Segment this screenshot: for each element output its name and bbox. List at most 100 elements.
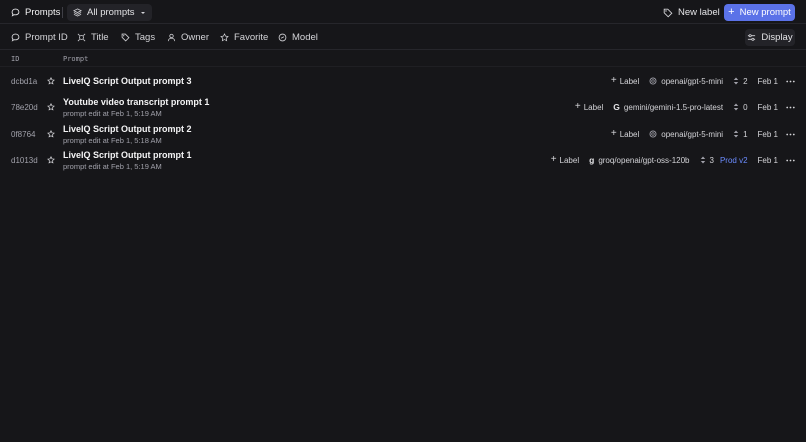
prompt-subtitle: prompt edit at Feb 1, 5:18 AM	[63, 136, 162, 145]
favorite-star-icon[interactable]	[47, 94, 55, 120]
filter-label: Favorite	[234, 32, 269, 43]
view-select[interactable]: All prompts	[67, 4, 152, 21]
prompt-title[interactable]: LiveIQ Script Output prompt 1	[63, 150, 192, 160]
favorite-star-icon[interactable]	[47, 147, 55, 173]
environment-tag[interactable]: Prod v2	[720, 156, 748, 165]
add-label-text: Label	[583, 102, 604, 112]
column-header-prompt: Prompt	[63, 55, 89, 63]
add-label-text: Label	[619, 129, 640, 139]
more-options-icon[interactable]	[786, 106, 795, 109]
updated-date: Feb 1	[757, 129, 778, 139]
top-bar: Prompts All prompts New label + New prom…	[0, 0, 806, 24]
add-label-text: Label	[619, 76, 640, 86]
tag-icon	[121, 33, 130, 42]
model-badge[interactable]: openai/gpt-5-mini	[649, 130, 723, 139]
add-label-button[interactable]: + Label	[611, 129, 639, 139]
openai-icon	[649, 77, 657, 85]
layers-icon	[73, 8, 82, 17]
prompt-id: 78e20d	[11, 102, 38, 112]
version-arrows-icon	[733, 103, 739, 111]
prompt-subtitle: prompt edit at Feb 1, 5:19 AM	[63, 162, 162, 171]
add-label-button[interactable]: + Label	[575, 102, 603, 112]
plus-icon: +	[610, 128, 617, 139]
prompt-title[interactable]: LiveIQ Script Output prompt 2	[63, 124, 192, 134]
plus-icon: +	[550, 154, 557, 165]
view-select-label: All prompts	[87, 7, 135, 18]
tag-icon	[663, 8, 673, 18]
add-label-text: Label	[559, 155, 580, 165]
plus-icon: +	[574, 101, 581, 112]
row-meta: + Label openai/gpt-5-mini 1 Feb 1	[611, 121, 795, 147]
version-indicator[interactable]: 0	[733, 102, 748, 112]
prompt-id: d1013d	[11, 155, 38, 165]
column-header-id: ID	[11, 55, 20, 63]
display-label: Display	[761, 32, 793, 43]
version-number: 2	[743, 76, 748, 86]
row-meta: + Label g groq/openai/gpt-oss-120b 3 Prod v2 F…	[551, 147, 795, 173]
favorite-star-icon[interactable]	[47, 121, 55, 147]
filter-owner[interactable]: Owner	[167, 25, 209, 50]
prompt-title[interactable]: LiveIQ Script Output prompt 3	[63, 76, 192, 86]
new-prompt-button[interactable]: + New prompt	[724, 4, 795, 21]
more-options-icon[interactable]	[786, 159, 795, 162]
plus-icon: +	[728, 6, 735, 18]
filter-label: Title	[91, 32, 109, 43]
filter-tags[interactable]: Tags	[121, 25, 155, 50]
new-prompt-text: New prompt	[739, 7, 791, 18]
prompt-title[interactable]: Youtube video transcript prompt 1	[63, 97, 209, 107]
star-icon	[220, 33, 229, 42]
version-arrows-icon	[733, 77, 739, 85]
title-icon	[77, 33, 86, 42]
chevron-down-icon	[140, 10, 146, 16]
updated-date: Feb 1	[757, 102, 778, 112]
new-label-button[interactable]: New label	[663, 4, 720, 21]
add-label-button[interactable]: + Label	[611, 76, 639, 86]
model-badge[interactable]: openai/gpt-5-mini	[649, 77, 723, 86]
version-indicator[interactable]: 2	[733, 76, 748, 86]
model-badge[interactable]: g groq/openai/gpt-oss-120b	[589, 155, 689, 165]
table-row[interactable]: dcbd1a LiveIQ Script Output prompt 3 + Labe…	[0, 68, 806, 94]
filter-label: Tags	[135, 32, 156, 43]
model-badge[interactable]: Ggemini/gemini-1.5-pro-latest	[613, 102, 723, 112]
version-indicator[interactable]: 3	[700, 156, 714, 165]
sliders-icon	[747, 33, 756, 42]
message-icon	[11, 8, 20, 17]
model-icon	[278, 33, 287, 42]
filter-prompt-id[interactable]: Prompt ID	[11, 25, 68, 50]
message-icon	[11, 33, 20, 42]
model-name: openai/gpt-5-mini	[661, 76, 724, 86]
version-number: 0	[743, 102, 748, 112]
table-header: ID Prompt	[0, 51, 806, 67]
row-meta: + Label Ggemini/gemini-1.5-pro-latest 0 Feb …	[575, 94, 795, 120]
table-row[interactable]: 0f8764 LiveIQ Script Output prompt 2 promp…	[0, 121, 806, 147]
version-arrows-icon	[700, 156, 706, 164]
plus-icon: +	[610, 75, 617, 86]
more-options-icon[interactable]	[786, 80, 795, 83]
filter-favorite[interactable]: Favorite	[220, 25, 268, 50]
filter-model[interactable]: Model	[278, 25, 318, 50]
openai-icon	[649, 130, 657, 138]
prompt-id: dcbd1a	[11, 76, 38, 86]
display-button[interactable]: Display	[745, 29, 795, 46]
google-icon: G	[613, 102, 620, 112]
filter-label: Prompt ID	[25, 32, 68, 43]
model-name: groq/openai/gpt-oss-120b	[598, 155, 690, 165]
more-options-icon[interactable]	[786, 133, 795, 136]
version-indicator[interactable]: 1	[733, 130, 748, 139]
user-icon	[167, 33, 176, 42]
table-row[interactable]: d1013d LiveIQ Script Output prompt 1 promp…	[0, 147, 806, 173]
title-divider	[62, 7, 63, 18]
favorite-star-icon[interactable]	[47, 68, 55, 94]
model-name: gemini/gemini-1.5-pro-latest	[623, 102, 724, 112]
filter-bar: Prompt ID Title Tags Owner Favorite Mode…	[0, 25, 806, 50]
row-meta: + Label openai/gpt-5-mini 2 Feb 1	[611, 68, 795, 94]
filter-label: Owner	[181, 32, 209, 43]
new-label-text: New label	[678, 7, 720, 18]
prompt-id: 0f8764	[11, 129, 36, 139]
table-row[interactable]: 78e20d Youtube video transcript prompt 1 p…	[0, 94, 806, 120]
page-title: Prompts	[11, 0, 60, 24]
filter-title[interactable]: Title	[77, 25, 109, 50]
add-label-button[interactable]: + Label	[551, 155, 579, 165]
updated-date: Feb 1	[757, 155, 778, 165]
prompt-subtitle: prompt edit at Feb 1, 5:19 AM	[63, 109, 162, 118]
